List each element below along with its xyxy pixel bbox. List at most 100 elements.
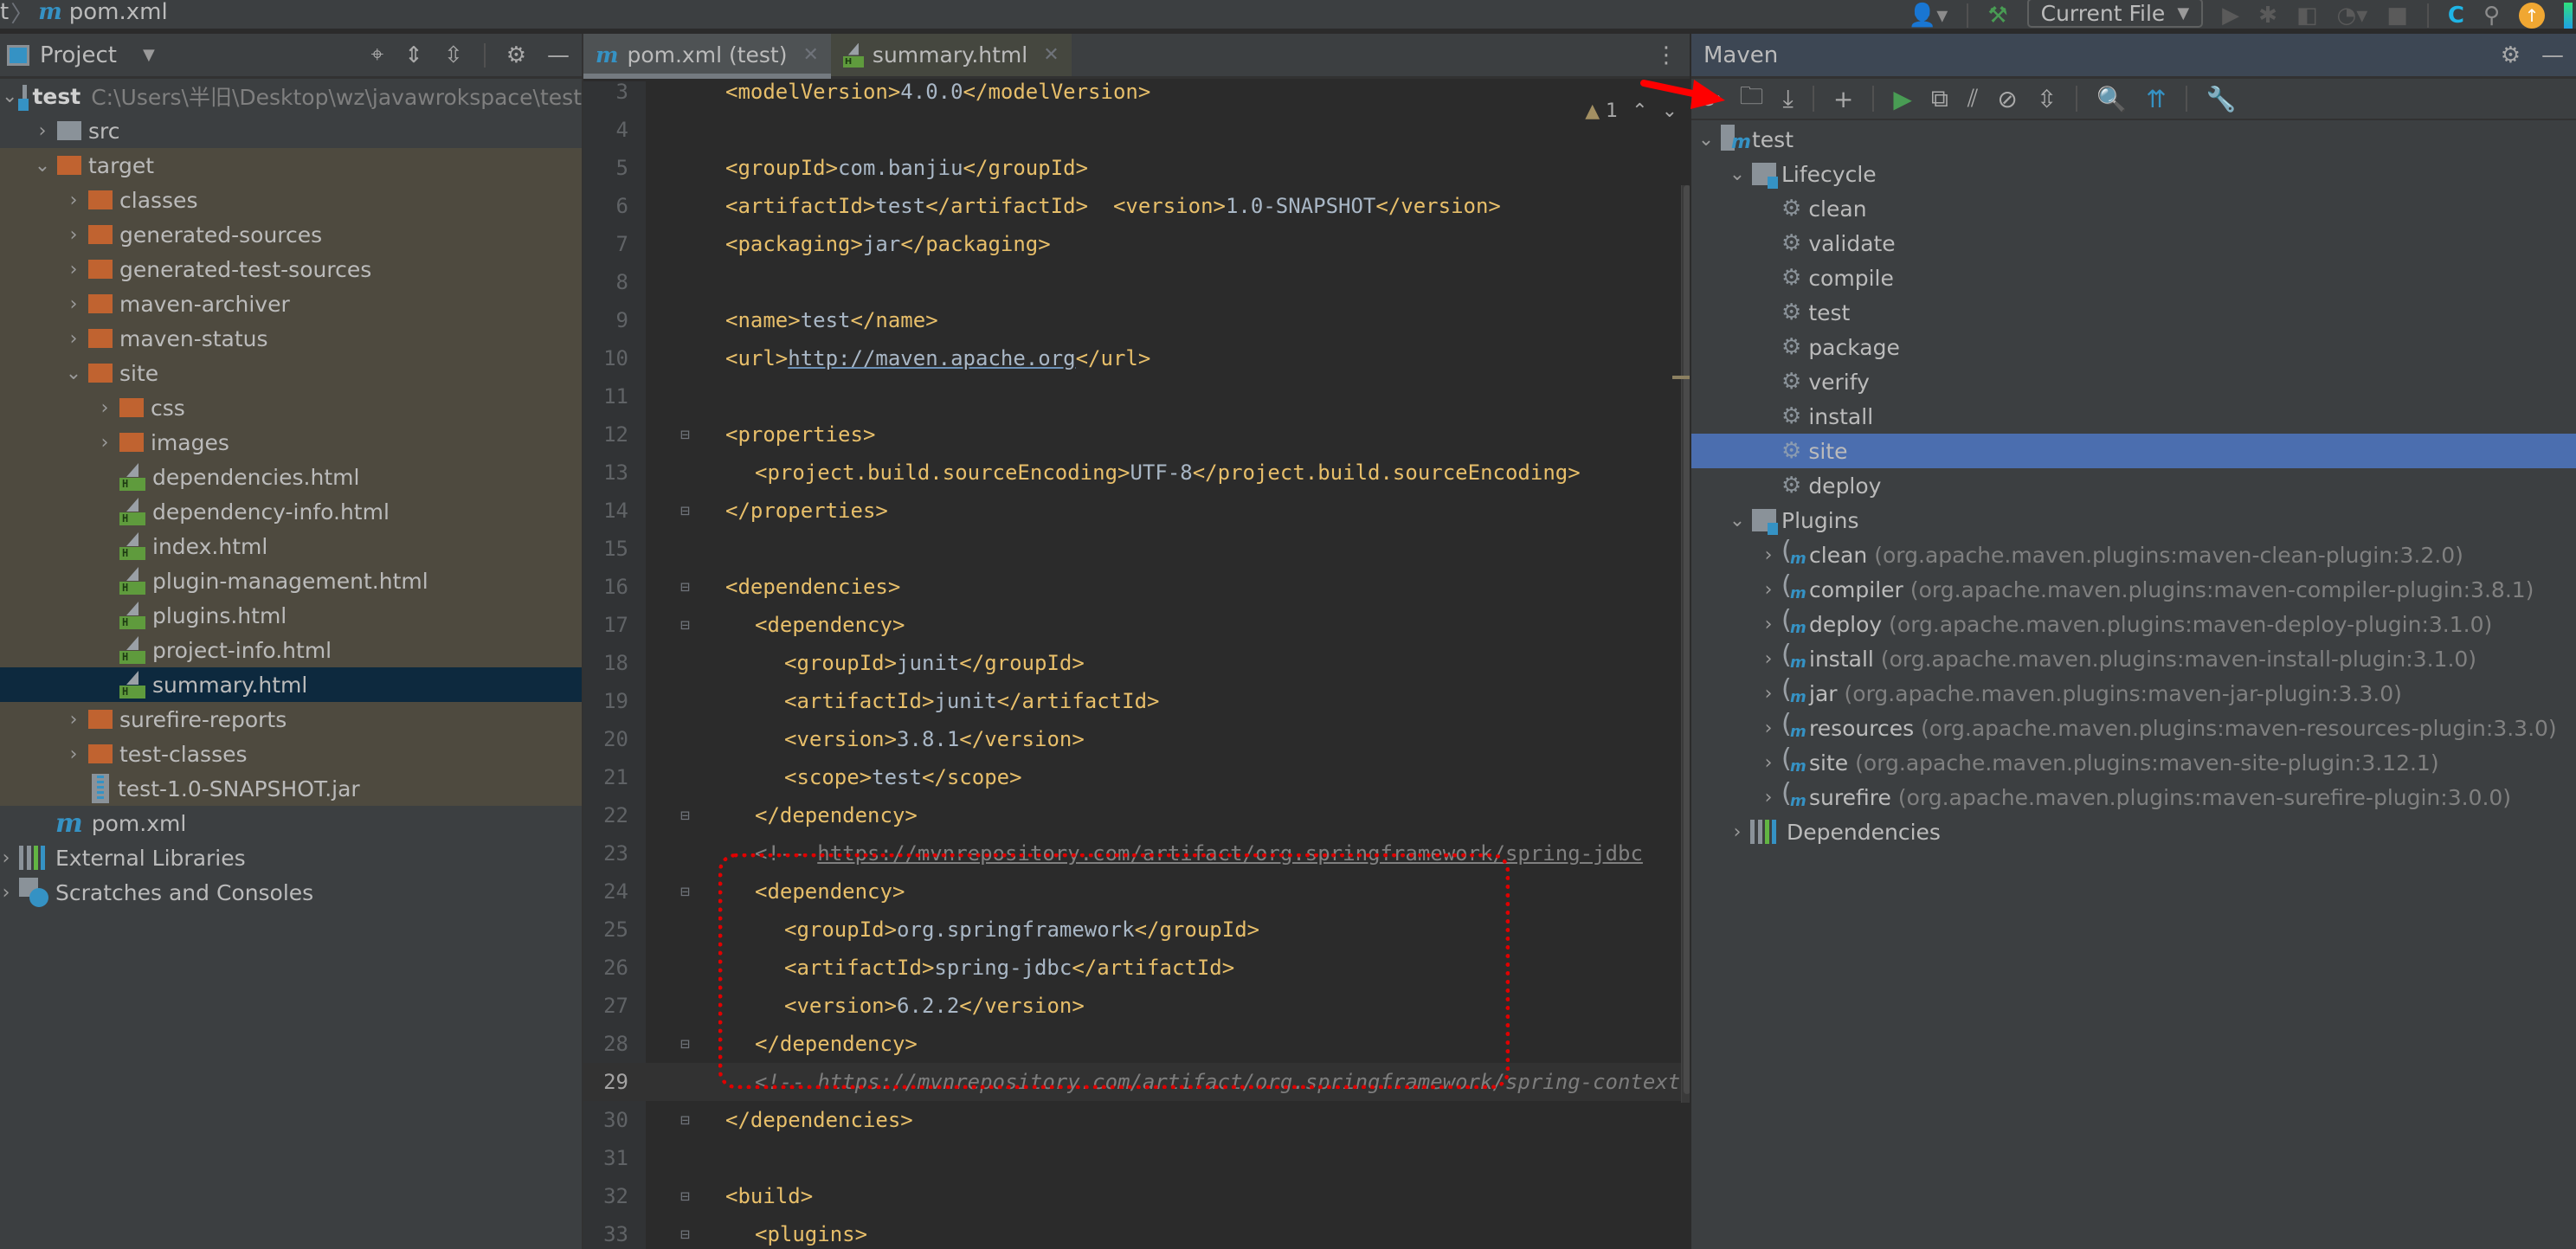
chevron-right-icon[interactable]: › [64, 190, 83, 211]
chevron-right-icon[interactable]: › [95, 432, 114, 454]
tree-item[interactable]: › images [0, 425, 582, 460]
tree-item[interactable]: ⌄ target [0, 148, 582, 183]
code-line[interactable]: 23 <!-- https://mvnrepository.com/artifac… [583, 834, 1691, 872]
tab-summary-html[interactable]: H summary.html ✕ [830, 34, 1072, 76]
code-line[interactable]: 20 <version>3.8.1</version> [583, 720, 1691, 758]
fold-collapse-icon[interactable]: ⊟ [680, 578, 690, 596]
gear-icon[interactable]: ⚙ [2501, 42, 2521, 68]
tree-item[interactable]: Hdependency-info.html [0, 494, 582, 529]
execute-goal-icon[interactable]: ⧉ [1931, 84, 1948, 113]
run-icon[interactable]: ▶ [2222, 4, 2239, 27]
chevron-right-icon[interactable]: › [1759, 718, 1778, 739]
chevron-right-icon[interactable]: › [33, 120, 52, 142]
tree-item[interactable]: Hsummary.html [0, 667, 582, 702]
code-line[interactable]: 26 <artifactId>spring-jdbc</artifactId> [583, 949, 1691, 987]
chevron-right-icon[interactable]: › [0, 882, 16, 904]
tree-item[interactable]: › test-classes [0, 737, 582, 771]
warning-stripe-marker[interactable] [1672, 376, 1690, 379]
chevron-right-icon[interactable]: › [1759, 544, 1778, 566]
code-line[interactable]: 27 <version>6.2.2</version> [583, 987, 1691, 1025]
fold-end-icon[interactable]: ⊟ [680, 502, 690, 520]
view-selector-chevron-icon[interactable]: ▼ [143, 46, 155, 64]
maven-tree-item[interactable]: › clean(org.apache.maven.plugins:maven-cl… [1691, 536, 2576, 572]
code-line[interactable]: 16 ⊟ <dependencies> [583, 568, 1691, 606]
maven-tree-item[interactable]: ⌄ test [1691, 122, 2576, 157]
code-line[interactable]: 18 <groupId>junit</groupId> [583, 644, 1691, 682]
coverage-icon[interactable]: ◧ [2296, 4, 2318, 27]
code-line[interactable]: 3 <modelVersion>4.0.0</modelVersion> [583, 81, 1691, 111]
tree-item[interactable]: Hdependencies.html [0, 460, 582, 494]
analyze-dependencies-icon[interactable]: 🔍 [2096, 85, 2127, 113]
fold-collapse-icon[interactable]: ⊟ [680, 616, 690, 634]
code-line[interactable]: 8 [583, 263, 1691, 301]
tree-item[interactable]: Hindex.html [0, 529, 582, 563]
tree-item[interactable]: m pom.xml [0, 806, 582, 840]
maven-tree-item[interactable]: ⚙ package [1691, 330, 2576, 364]
previous-highlight-icon[interactable]: ⌃ [1632, 100, 1647, 122]
maven-tree-item[interactable]: ⌄ Lifecycle [1691, 157, 2576, 191]
build-hammer-icon[interactable]: ⚒ [1987, 4, 2007, 27]
project-panel-title[interactable]: Project [40, 42, 117, 68]
debug-icon[interactable]: ✱ [2258, 4, 2277, 27]
code-line[interactable]: 15 [583, 530, 1691, 568]
tab-pom-xml[interactable]: m pom.xml (test) ✕ [583, 34, 831, 79]
tree-item[interactable]: › generated-sources [0, 217, 582, 252]
maven-tree-item[interactable]: ⚙ validate [1691, 226, 2576, 261]
maven-tree-item[interactable]: ⚙ site [1691, 434, 2576, 468]
run-configuration-select[interactable]: Current File ▼ [2026, 0, 2204, 28]
code-line[interactable]: 14 ⊟ </properties> [583, 492, 1691, 530]
collapse-all-icon[interactable]: ⇳ [2037, 85, 2057, 113]
fold-collapse-icon[interactable]: ⊟ [680, 1188, 690, 1206]
fold-collapse-icon[interactable]: ⊟ [680, 426, 690, 444]
code-line[interactable]: 31 [583, 1139, 1691, 1177]
code-line[interactable]: 30 ⊟ </dependencies> [583, 1101, 1691, 1139]
close-tab-icon[interactable]: ✕ [802, 44, 818, 66]
collapse-all-icon[interactable]: ⇳ [444, 42, 463, 68]
locate-file-icon[interactable]: ⌖ [370, 42, 383, 68]
tree-item[interactable]: ⌄ test C:\Users\半旧\Desktop\wz\javawrokspac… [0, 79, 582, 113]
fold-collapse-icon[interactable]: ⊟ [680, 883, 690, 901]
chevron-down-icon[interactable]: ⌄ [1728, 510, 1747, 531]
tree-item[interactable]: › classes [0, 183, 582, 217]
tree-item[interactable]: › surefire-reports [0, 702, 582, 737]
chevron-down-icon[interactable]: ⌄ [1728, 164, 1747, 185]
maven-tree-item[interactable]: › resources(org.apache.maven.plugins:mave… [1691, 709, 2576, 745]
update-icon[interactable]: ↑ [2519, 3, 2545, 29]
add-project-icon[interactable]: + [1833, 85, 1853, 113]
chevron-right-icon[interactable]: › [1759, 683, 1778, 705]
chevron-right-icon[interactable]: › [1759, 752, 1778, 774]
chevron-right-icon[interactable]: › [95, 397, 114, 419]
chevron-down-icon[interactable]: ⌄ [1697, 129, 1716, 151]
maven-tree-item[interactable]: › deploy(org.apache.maven.plugins:maven-d… [1691, 605, 2576, 641]
chevron-down-icon[interactable]: ⌄ [2, 86, 17, 107]
breadcrumb-file[interactable]: pom.xml [69, 0, 168, 25]
code-line[interactable]: 13 <project.build.sourceEncoding>UTF-8</p… [583, 454, 1691, 492]
chevron-right-icon[interactable]: › [64, 744, 83, 765]
ide-logo-icon[interactable]: C [2448, 4, 2464, 27]
tree-item[interactable]: › generated-test-sources [0, 252, 582, 286]
code-line[interactable]: 10 <url>http://maven.apache.org</url> [583, 339, 1691, 377]
profile-icon[interactable]: ◔▾ [2337, 4, 2368, 27]
run-maven-build-icon[interactable]: ▶ [1893, 85, 1912, 113]
chevron-right-icon[interactable]: › [0, 847, 16, 869]
download-sources-icon[interactable]: ⤓ [1782, 84, 1793, 113]
maven-tree-item[interactable]: ⌄ Plugins [1691, 503, 2576, 538]
chevron-right-icon[interactable]: › [64, 709, 83, 731]
tree-item[interactable]: › css [0, 390, 582, 425]
fold-end-icon[interactable]: ⊟ [680, 807, 690, 825]
maven-tree-item[interactable]: › surefire(org.apache.maven.plugins:maven… [1691, 778, 2576, 814]
expand-all-icon[interactable]: ⇕ [404, 42, 423, 68]
maven-tree-item[interactable]: › site(org.apache.maven.plugins:maven-sit… [1691, 744, 2576, 780]
chevron-right-icon[interactable]: › [1759, 648, 1778, 670]
tree-item[interactable]: › Scratches and Consoles [0, 875, 582, 910]
code-area[interactable]: 3 <modelVersion>4.0.0</modelVersion> 4 5 <gr… [583, 81, 1691, 1249]
fold-end-icon[interactable]: ⊟ [680, 1111, 690, 1130]
stop-icon[interactable]: ■ [2386, 4, 2408, 27]
tree-item[interactable]: › maven-archiver [0, 286, 582, 321]
code-line[interactable]: 33 ⊟ <plugins> [583, 1215, 1691, 1249]
next-highlight-icon[interactable]: ⌄ [1662, 100, 1678, 122]
user-icon[interactable]: 👤▾ [1909, 4, 1948, 27]
inspection-widget[interactable]: ▲ 1 ⌃ ⌄ [1585, 100, 1678, 122]
url-link[interactable]: http://maven.apache.org [788, 346, 1075, 370]
gear-icon[interactable]: ⚙ [506, 42, 526, 68]
